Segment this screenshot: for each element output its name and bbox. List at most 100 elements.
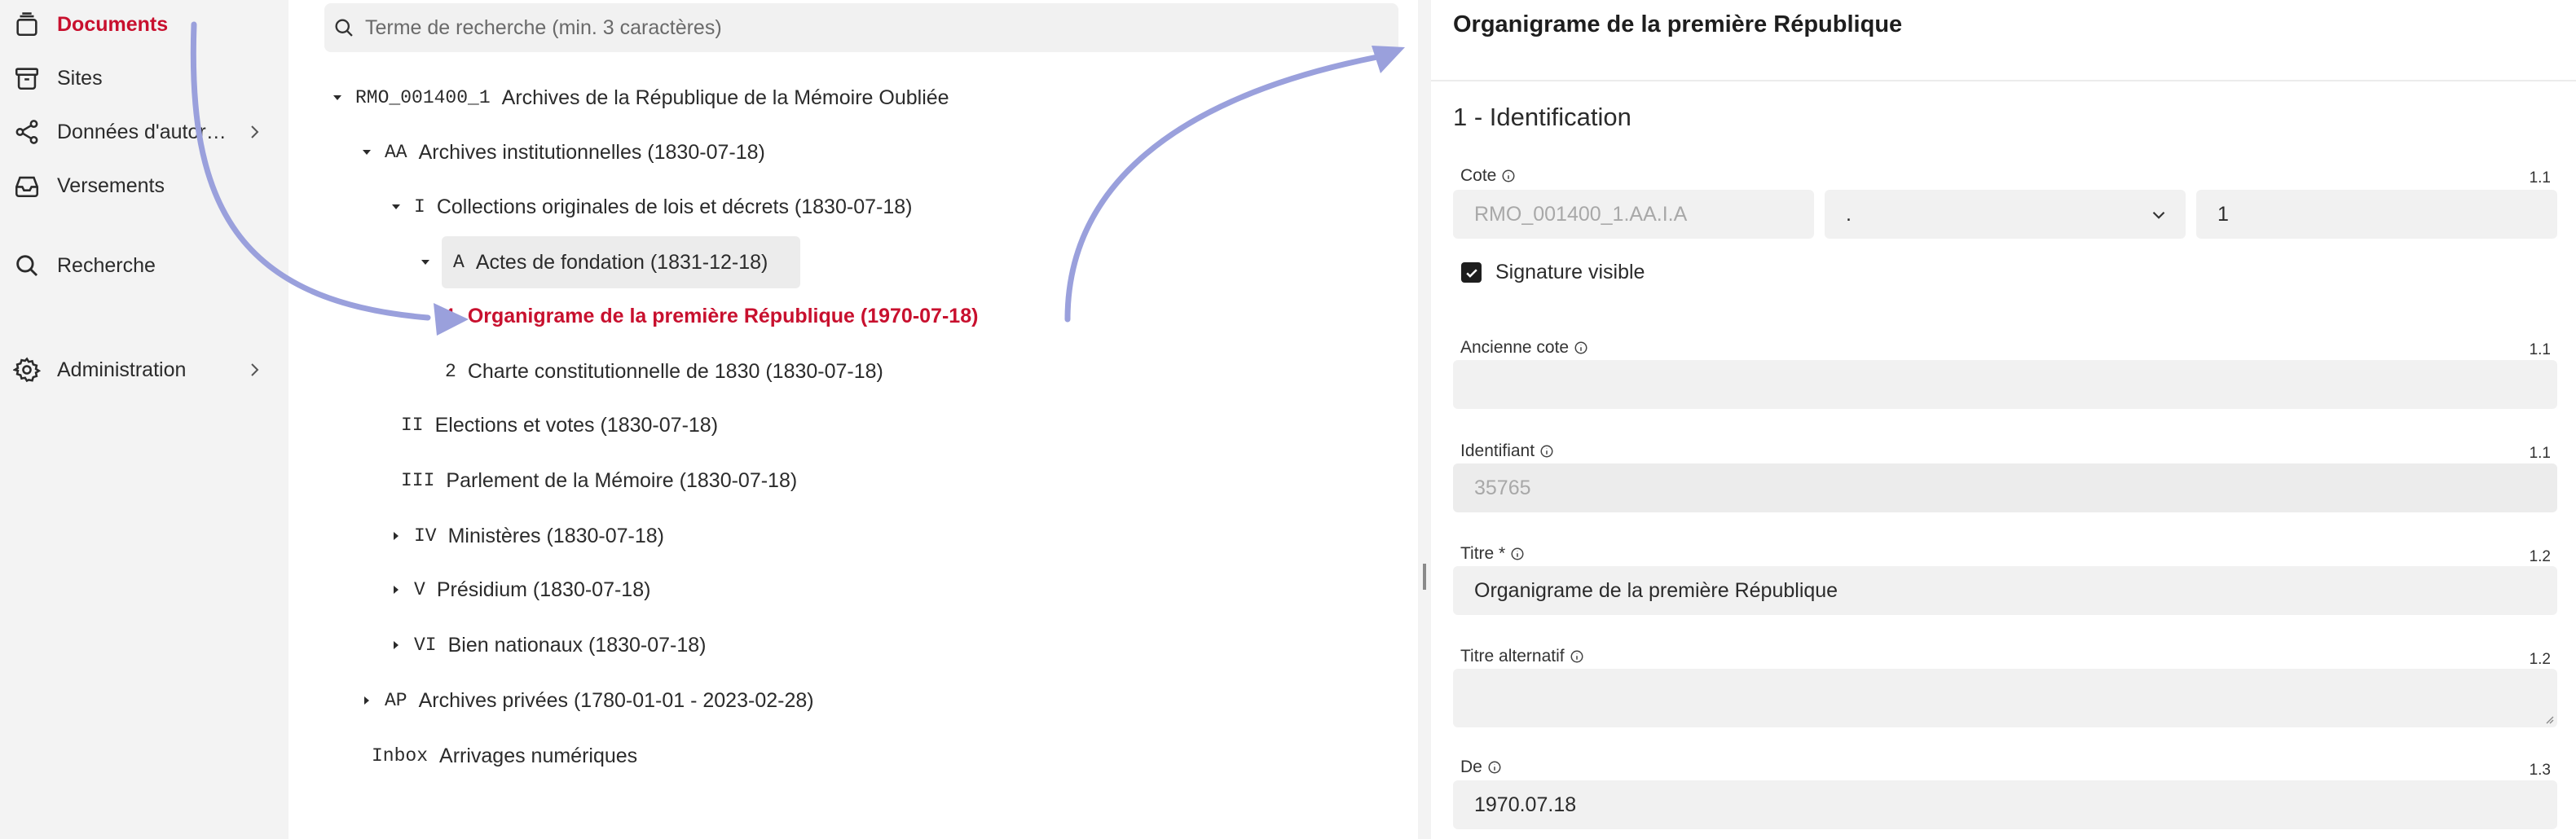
tree-node-code: AA bbox=[385, 142, 407, 163]
field-number: 1.1 bbox=[2529, 445, 2551, 462]
identifiant-field: 35765 bbox=[1453, 463, 2557, 512]
tree-node-label: Actes de fondation (1831-12-18) bbox=[475, 250, 768, 274]
tree-node[interactable]: 2 Charte constitutionnelle de 1830 (1830-… bbox=[445, 345, 883, 398]
splitter-grip[interactable] bbox=[1423, 564, 1426, 590]
search-icon bbox=[335, 19, 353, 37]
signature-visible-checkbox[interactable] bbox=[1461, 262, 1482, 283]
chevron-down-icon bbox=[2152, 211, 2165, 219]
tree-search-input[interactable] bbox=[365, 3, 1384, 52]
titre-alternatif-textarea[interactable] bbox=[1453, 669, 2557, 727]
tree-node[interactable]: VI Bien nationaux (1830-07-18) bbox=[386, 619, 707, 671]
titre-alternatif-label: Titre alternatif bbox=[1460, 647, 1584, 666]
tree-node-code: V bbox=[414, 579, 425, 600]
tree-node-label: Archives privées (1780-01-01 - 2023-02-2… bbox=[418, 688, 814, 712]
tree-node-label: Archives de la République de la Mémoire … bbox=[501, 86, 949, 109]
sidebar: Documents Sites Données d'autorité Verse… bbox=[0, 0, 288, 839]
signature-visible-label: Signature visible bbox=[1495, 261, 1645, 283]
tree-node[interactable]: IV Ministères (1830-07-18) bbox=[386, 510, 664, 562]
sidebar-item-administration[interactable]: Administration bbox=[0, 345, 288, 394]
sidebar-item-versements[interactable]: Versements bbox=[0, 161, 288, 210]
caret-right-icon[interactable] bbox=[386, 580, 406, 600]
sidebar-item-label: Versements bbox=[57, 174, 165, 197]
cote-separator-select[interactable]: . bbox=[1825, 190, 2186, 239]
tree-node[interactable]: II Elections et votes (1830-07-18) bbox=[401, 399, 718, 451]
cote-prefix-field: RMO_001400_1.AA.I.A bbox=[1453, 190, 1814, 239]
tree-node-label: Parlement de la Mémoire (1830-07-18) bbox=[446, 468, 798, 492]
cote-separator-value: . bbox=[1846, 202, 1852, 226]
sidebar-item-recherche[interactable]: Recherche bbox=[0, 241, 288, 290]
info-icon[interactable] bbox=[1501, 169, 1516, 183]
share-nodes-icon bbox=[13, 118, 41, 146]
search-icon bbox=[13, 252, 41, 279]
tree-node-label: Elections et votes (1830-07-18) bbox=[434, 413, 719, 437]
info-icon[interactable] bbox=[1570, 649, 1584, 664]
tree-node-code: III bbox=[401, 470, 435, 491]
info-icon[interactable] bbox=[1539, 444, 1554, 459]
caret-down-icon[interactable] bbox=[328, 88, 347, 108]
tree-node-label: Collections originales de lois et décret… bbox=[436, 195, 913, 218]
tree-node-code: 1 bbox=[445, 305, 456, 327]
inbox-tray-icon bbox=[13, 172, 41, 200]
tree-node[interactable]: AP Archives privées (1780-01-01 - 2023-02… bbox=[357, 674, 814, 727]
info-icon[interactable] bbox=[1510, 547, 1525, 561]
sidebar-item-label: Données d'autorité bbox=[57, 120, 227, 143]
field-number: 1.2 bbox=[2529, 651, 2551, 668]
tree-node-label: Bien nationaux (1830-07-18) bbox=[447, 633, 707, 657]
field-number: 1.2 bbox=[2529, 548, 2551, 565]
sidebar-item-documents[interactable]: Documents bbox=[0, 0, 288, 49]
cote-label: Cote bbox=[1460, 166, 1516, 186]
ancienne-cote-label: Ancienne cote bbox=[1460, 338, 1588, 358]
tree-node-code: 2 bbox=[445, 361, 456, 382]
tree-node-code: II bbox=[401, 415, 424, 436]
info-icon[interactable] bbox=[1574, 340, 1588, 355]
tree-node[interactable]: RMO_001400_1 Archives de la République de… bbox=[328, 72, 949, 124]
caret-right-icon[interactable] bbox=[357, 691, 376, 710]
caret-right-icon[interactable] bbox=[386, 635, 406, 655]
field-number: 1.1 bbox=[2529, 341, 2551, 358]
tree-node-label: Archives institutionnelles (1830-07-18) bbox=[418, 140, 765, 164]
tree-node-label: Ministères (1830-07-18) bbox=[447, 524, 665, 547]
cote-value-input[interactable] bbox=[2196, 190, 2557, 239]
tree-node[interactable]: 1 Organigrame de la première République (… bbox=[445, 290, 978, 342]
info-icon[interactable] bbox=[1487, 760, 1502, 775]
tree-node-code: AP bbox=[385, 690, 407, 711]
tree-node-label: Organigrame de la première République (1… bbox=[467, 304, 979, 327]
tree-node[interactable]: Inbox Arrivages numériques bbox=[372, 730, 637, 782]
field-number: 1.1 bbox=[2529, 169, 2551, 187]
gear-icon bbox=[13, 356, 41, 384]
sidebar-item-label: Administration bbox=[57, 358, 187, 381]
chevron-right-icon bbox=[251, 125, 259, 138]
sidebar-item-label: Recherche bbox=[57, 253, 156, 277]
tree-node-code: Inbox bbox=[372, 745, 429, 767]
caret-down-icon[interactable] bbox=[357, 143, 376, 162]
tree-node-code: I bbox=[414, 196, 425, 217]
tree-node[interactable]: III Parlement de la Mémoire (1830-07-18) bbox=[401, 455, 797, 507]
tree-search bbox=[324, 3, 1398, 52]
titre-input[interactable] bbox=[1453, 566, 2557, 615]
caret-down-icon[interactable] bbox=[386, 197, 406, 217]
tree-node-code: RMO_001400_1 bbox=[355, 87, 491, 108]
caret-right-icon[interactable] bbox=[386, 526, 406, 546]
sidebar-item-label: Documents bbox=[57, 12, 169, 36]
resize-handle-icon[interactable] bbox=[2543, 713, 2554, 724]
tree-node-code: VI bbox=[414, 635, 437, 656]
sidebar-item-label: Sites bbox=[57, 66, 103, 90]
tree-node[interactable]: V Présidium (1830-07-18) bbox=[386, 564, 650, 616]
tree-node[interactable]: AA Archives institutionnelles (1830-07-18… bbox=[357, 126, 765, 178]
caret-down-icon[interactable] bbox=[416, 236, 443, 288]
tree-node-code: IV bbox=[414, 525, 437, 547]
tree-node-label: Charte constitutionnelle de 1830 (1830-0… bbox=[467, 359, 883, 383]
tree-node-label: Arrivages numériques bbox=[439, 744, 638, 767]
sidebar-item-donnees-autorite[interactable]: Données d'autorité bbox=[0, 108, 288, 156]
sidebar-item-sites[interactable]: Sites bbox=[0, 54, 288, 103]
ancienne-cote-input[interactable] bbox=[1453, 360, 2557, 409]
tree-node[interactable]: A Actes de fondation (1831-12-18) bbox=[442, 236, 800, 288]
tree-node-label: Présidium (1830-07-18) bbox=[436, 578, 651, 601]
divider bbox=[1431, 80, 2576, 81]
archive-box-icon bbox=[13, 64, 41, 92]
pane-splitter[interactable] bbox=[1418, 0, 1431, 839]
tree-node-code: A bbox=[453, 252, 465, 273]
tree-node[interactable]: I Collections originales de lois et décre… bbox=[386, 181, 912, 233]
de-label: De bbox=[1460, 758, 1502, 777]
de-date-input[interactable] bbox=[1453, 780, 2557, 829]
